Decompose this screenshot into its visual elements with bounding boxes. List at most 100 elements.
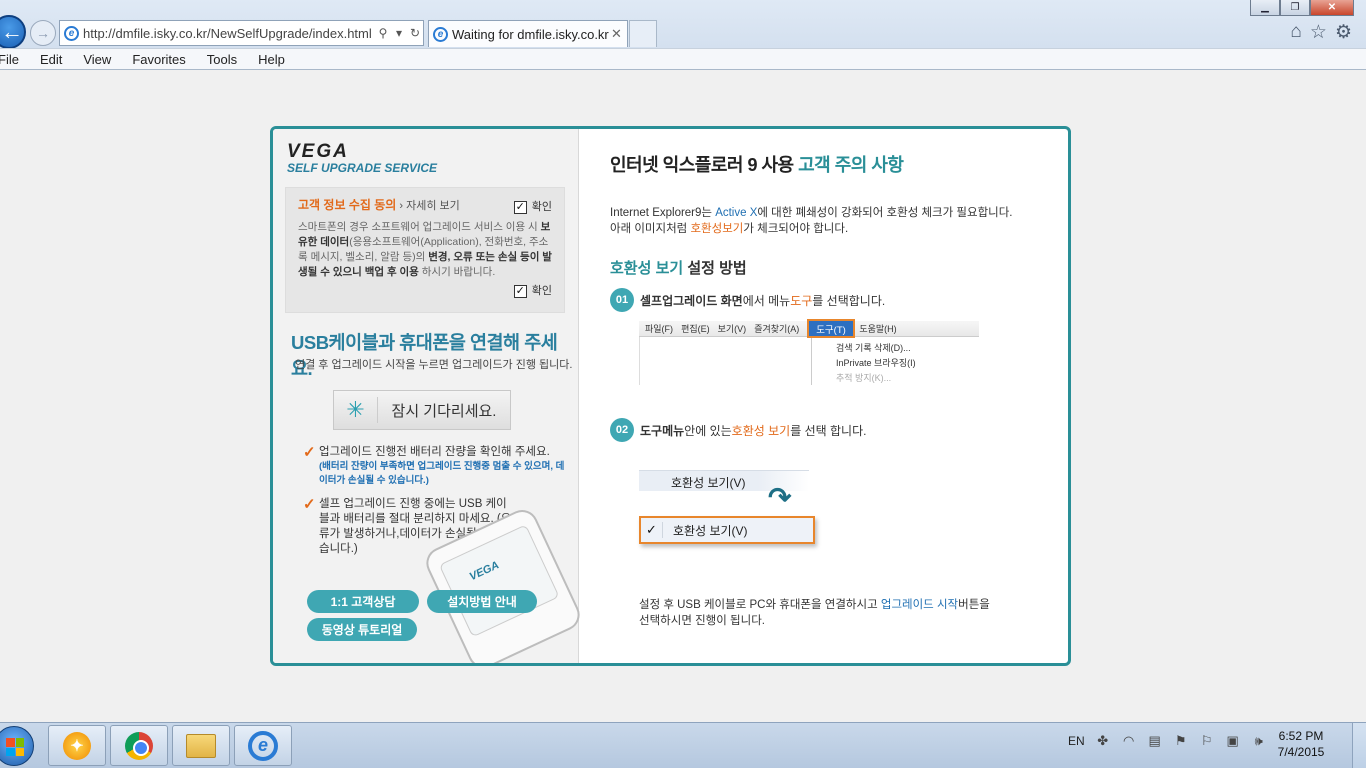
install-guide-button[interactable]: 설치방법 안내 bbox=[427, 590, 537, 613]
intro-d: 가 체크되어야 합니다. bbox=[743, 223, 849, 235]
taskbar-ie[interactable]: e bbox=[234, 725, 292, 766]
final-c: 선택하시면 진행이 됩니다. bbox=[639, 615, 765, 627]
window-controls: ▁ ❐ ✕ bbox=[1250, 0, 1354, 16]
language-indicator[interactable]: EN bbox=[1068, 734, 1085, 748]
step-1: 01 셀프업그레이드 화면 에서 메뉴 도구 를 선택합니다. bbox=[610, 288, 885, 312]
checkbox-label: 확인 bbox=[531, 201, 552, 213]
shot-menu-favorites: 즐겨찾기(A) bbox=[754, 324, 800, 334]
menu-screenshot: 파일(F) 편집(E) 보기(V) 즐겨찾기(A) 도움말(H) 도구(T) 검… bbox=[639, 319, 979, 385]
menu-edit[interactable]: Edit bbox=[40, 52, 62, 67]
taskbar-clock[interactable]: 6:52 PM 7/4/2015 bbox=[1276, 728, 1326, 760]
tray-network-icon[interactable]: ▣ bbox=[1225, 733, 1241, 749]
checkmark-icon: ✓ bbox=[303, 496, 316, 513]
address-url[interactable]: http://dmfile.isky.co.kr/NewSelfUpgrade/… bbox=[83, 26, 375, 41]
search-icon[interactable]: ⚲ bbox=[375, 26, 391, 40]
method-heading: 호환성 보기 설정 방법 bbox=[610, 257, 747, 278]
taskbar-app-1[interactable]: ✦ bbox=[48, 725, 106, 766]
favorites-star-icon[interactable]: ☆ bbox=[1310, 21, 1327, 44]
intro-a: Internet Explorer9는 bbox=[610, 207, 716, 219]
new-tab-button[interactable] bbox=[629, 20, 657, 47]
taskbar-chrome[interactable] bbox=[110, 725, 168, 766]
shot-tools-highlight: 도구(T) bbox=[807, 319, 855, 338]
wait-button[interactable]: ✳ 잠시 기다리세요. bbox=[333, 390, 511, 430]
tray-flag-icon[interactable]: ⚑ bbox=[1173, 733, 1189, 749]
browser-tab[interactable]: e Waiting for dmfile.isky.co.kr ✕ bbox=[428, 20, 628, 47]
step-1-bold: 셀프업그레이드 화면 bbox=[640, 293, 743, 308]
consent-more-link[interactable]: › 자세히 보기 bbox=[396, 200, 459, 212]
intro-text: Internet Explorer9는 Active X에 대한 폐쇄성이 강화… bbox=[610, 205, 1050, 237]
compat-view-checked: ✓ 호환성 보기(V) bbox=[639, 516, 815, 544]
step-2-a: 안에 있는 bbox=[684, 423, 732, 438]
step-2-number: 02 bbox=[610, 418, 634, 442]
shot-drop-item-1: 검색 기록 삭제(D)... bbox=[836, 343, 911, 353]
consult-button[interactable]: 1:1 고객상담 bbox=[307, 590, 419, 613]
checkbox-label: 확인 bbox=[531, 285, 552, 297]
home-icon[interactable]: ⌂ bbox=[1290, 21, 1301, 44]
left-column: VEGA SELF UPGRADE SERVICE 고객 정보 수집 동의 › … bbox=[273, 129, 585, 663]
video-tutorial-button[interactable]: 동영상 튜토리얼 bbox=[307, 618, 417, 641]
page-title: 인터넷 익스플로러 9 사용 고객 주의 사항 bbox=[610, 151, 904, 177]
logo-service: SELF UPGRADE SERVICE bbox=[287, 161, 438, 175]
refresh-icon[interactable]: ↻ bbox=[407, 26, 423, 40]
start-button[interactable] bbox=[0, 726, 34, 766]
forward-button[interactable]: → bbox=[30, 20, 56, 46]
back-button[interactable]: ← bbox=[0, 15, 26, 49]
consent-confirm-checkbox-1[interactable]: ✓ 확인 bbox=[513, 200, 552, 215]
final-upgrade: 업그레이드 시작 bbox=[880, 599, 959, 611]
restore-button[interactable]: ❐ bbox=[1280, 0, 1310, 16]
chrome-icon bbox=[125, 731, 153, 760]
folder-icon bbox=[186, 733, 216, 758]
title-part-1: 인터넷 익스플로러 9 사용 bbox=[610, 155, 799, 175]
checkbox-checked-icon[interactable]: ✓ bbox=[513, 201, 527, 214]
consent-confirm-checkbox-2[interactable]: ✓ 확인 bbox=[513, 284, 552, 299]
tray-speedometer-icon[interactable]: ◠ bbox=[1121, 733, 1137, 749]
step-2-b: 를 선택 합니다. bbox=[790, 423, 867, 438]
ie-icon: e bbox=[248, 730, 278, 761]
step-1-b: 를 선택합니다. bbox=[812, 293, 886, 308]
wait-button-label: 잠시 기다리세요. bbox=[391, 402, 497, 420]
consent-desc-3: 하시기 바랍니다. bbox=[418, 266, 496, 278]
menu-help[interactable]: Help bbox=[258, 52, 285, 67]
menu-view[interactable]: View bbox=[83, 52, 111, 67]
menu-tools[interactable]: Tools bbox=[207, 52, 237, 67]
consent-description: 스마트폰의 경우 소프트웨어 업그레이드 서비스 이용 시 보유한 데이터(응용… bbox=[298, 220, 552, 280]
shot-drop-item-3: 추적 방지(K)... bbox=[836, 373, 892, 383]
tray-device-icon[interactable]: ▤ bbox=[1147, 733, 1163, 749]
step-2-compat: 호환성 보기 bbox=[731, 423, 791, 438]
address-bar[interactable]: e http://dmfile.isky.co.kr/NewSelfUpgrad… bbox=[59, 20, 424, 46]
final-a: 설정 후 USB 케이블로 PC와 휴대폰을 연결하시고 bbox=[639, 599, 881, 611]
menu-file[interactable]: File bbox=[0, 52, 19, 67]
method-heading-1: 호환성 보기 bbox=[610, 260, 684, 277]
usb-connect-subtitle: 연결 후 업그레이드 시작을 누르면 업그레이드가 진행 됩니다. bbox=[295, 359, 573, 371]
tray-volume-icon[interactable]: 🕪 bbox=[1251, 733, 1267, 749]
taskbar-explorer[interactable] bbox=[172, 725, 230, 766]
system-tray: EN ✤ ◠ ▤ ⚑ ⚐ ▣ 🕪 bbox=[1068, 733, 1267, 749]
curved-arrow-icon: ↷ bbox=[768, 482, 792, 513]
taskbar: ✦ e EN ✤ ◠ ▤ ⚑ ⚐ ▣ 🕪 6:52 PM 7/4/2015 bbox=[0, 722, 1366, 768]
settings-gear-icon[interactable]: ⚙ bbox=[1335, 21, 1352, 44]
show-desktop-button[interactable] bbox=[1352, 723, 1366, 768]
shot-menu-edit: 편집(E) bbox=[681, 324, 710, 334]
minimize-button[interactable]: ▁ bbox=[1250, 0, 1280, 16]
close-button[interactable]: ✕ bbox=[1310, 0, 1354, 16]
intro-b: 에 대한 폐쇄성이 강화되어 호환성 체크가 필요합니다. bbox=[757, 207, 1013, 219]
step-2: 02 도구메뉴 안에 있는 호환성 보기 를 선택 합니다. bbox=[610, 418, 866, 442]
right-column: 인터넷 익스플로러 9 사용 고객 주의 사항 Internet Explore… bbox=[580, 129, 1068, 663]
tray-action-center-icon[interactable]: ⚐ bbox=[1199, 733, 1215, 749]
intro-c: 아래 이미지처럼 bbox=[610, 223, 691, 235]
dropdown-icon[interactable]: ▾ bbox=[391, 26, 407, 40]
windows-logo-icon bbox=[6, 738, 24, 756]
phone-brand: VEGA bbox=[467, 559, 502, 584]
shot-menu-help: 도움말(H) bbox=[859, 324, 897, 334]
checkbox-checked-icon[interactable]: ✓ bbox=[513, 285, 527, 298]
final-b: 버튼을 bbox=[958, 599, 990, 611]
method-heading-2: 설정 방법 bbox=[683, 260, 747, 277]
consent-box: 고객 정보 수집 동의 › 자세히 보기 스마트폰의 경우 소프트웨어 업그레이… bbox=[285, 187, 565, 313]
menu-favorites[interactable]: Favorites bbox=[132, 52, 185, 67]
tray-app-icon[interactable]: ✤ bbox=[1095, 733, 1111, 749]
intro-activex: Active X bbox=[715, 207, 758, 219]
ie-tab-icon: e bbox=[433, 26, 448, 42]
shot-menu-file: 파일(F) bbox=[645, 324, 674, 334]
step-2-bold: 도구메뉴 bbox=[640, 423, 685, 438]
tab-close-icon[interactable]: ✕ bbox=[611, 26, 627, 42]
